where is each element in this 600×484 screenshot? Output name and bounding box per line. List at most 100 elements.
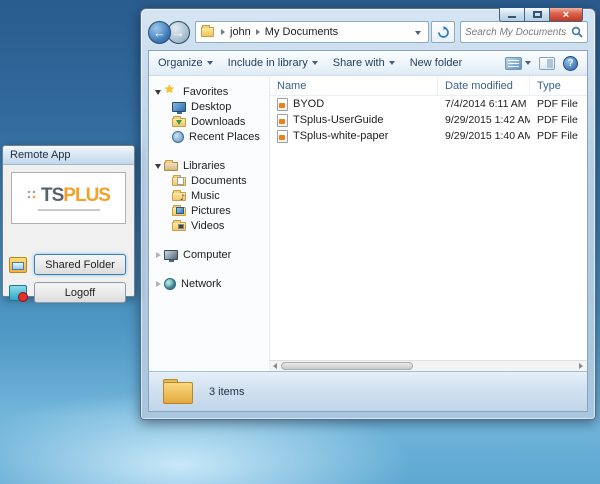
- file-date: 9/29/2015 1:40 AM: [438, 130, 530, 142]
- sidebar-item-pictures[interactable]: Pictures: [149, 203, 268, 218]
- file-type: PDF File: [530, 114, 587, 126]
- sidebar-item-label: Network: [181, 278, 221, 290]
- sidebar-item-documents[interactable]: Documents: [149, 173, 268, 188]
- sidebar-item-label: Pictures: [191, 205, 231, 217]
- sidebar-item-libraries[interactable]: Libraries: [149, 158, 268, 173]
- minimize-button[interactable]: [499, 8, 524, 22]
- include-in-library-label: Include in library: [228, 57, 308, 69]
- navigation-bar: ← → john My Documents Search My Docu: [148, 20, 588, 44]
- remote-app-titlebar[interactable]: Remote App: [3, 146, 134, 165]
- network-icon: [164, 278, 176, 290]
- column-header-date-modified[interactable]: Date modified: [438, 77, 530, 95]
- sidebar-item-recent-places[interactable]: Recent Places: [149, 129, 268, 144]
- column-header-type[interactable]: Type: [530, 77, 587, 95]
- items-count: 3 items: [209, 386, 244, 398]
- caption-buttons: ×: [499, 8, 583, 22]
- sidebar-item-label: Recent Places: [189, 131, 260, 143]
- chevron-down-icon: [525, 61, 531, 65]
- folder-icon: [201, 27, 214, 37]
- expander-icon[interactable]: [153, 87, 163, 97]
- tsplus-logo-mark-icon: [27, 190, 37, 200]
- details-pane: 3 items: [149, 371, 587, 411]
- horizontal-scrollbar[interactable]: [269, 360, 587, 371]
- sidebar-item-label: Documents: [191, 175, 247, 187]
- navigation-pane: Favorites Desktop Downloads Recent Place…: [149, 77, 268, 371]
- file-name-cell: TSplus-UserGuide: [270, 114, 438, 127]
- forward-arrow-icon: →: [172, 26, 185, 39]
- explorer-content-frame: Organize Include in library Share with N…: [148, 50, 588, 412]
- views-icon: [505, 57, 522, 70]
- address-dropdown-button[interactable]: [412, 26, 424, 38]
- sidebar-item-label: Favorites: [183, 86, 228, 98]
- shared-folder-row: Shared Folder: [9, 254, 126, 275]
- sidebar-item-downloads[interactable]: Downloads: [149, 114, 268, 129]
- include-in-library-menu[interactable]: Include in library: [228, 57, 318, 69]
- preview-pane-button[interactable]: [539, 57, 555, 70]
- command-bar: Organize Include in library Share with N…: [149, 51, 587, 76]
- help-button[interactable]: ?: [563, 56, 578, 71]
- chevron-down-icon: [312, 61, 318, 65]
- file-name: BYOD: [293, 98, 324, 110]
- back-arrow-icon: ←: [153, 26, 166, 39]
- search-placeholder: Search My Documents: [465, 27, 571, 38]
- documents-icon: [172, 177, 186, 186]
- search-box[interactable]: Search My Documents: [460, 21, 588, 43]
- file-list: Name Date modified Type BYOD 7/4/2014 6:…: [269, 77, 587, 371]
- downloads-icon: [172, 118, 186, 127]
- computer-icon: [164, 250, 178, 260]
- logoff-button[interactable]: Logoff: [34, 282, 126, 303]
- breadcrumb-separator-icon: [221, 29, 225, 35]
- scrollbar-thumb[interactable]: [281, 362, 413, 370]
- file-row[interactable]: TSplus-UserGuide 9/29/2015 1:42 AM PDF F…: [270, 112, 587, 128]
- change-view-button[interactable]: [505, 57, 531, 70]
- file-name: TSplus-white-paper: [293, 130, 388, 142]
- sidebar-item-videos[interactable]: Videos: [149, 218, 268, 233]
- file-row[interactable]: BYOD 7/4/2014 6:11 AM PDF File: [270, 96, 587, 112]
- address-bar[interactable]: john My Documents: [195, 21, 429, 43]
- favorites-star-icon: [164, 85, 178, 98]
- refresh-button[interactable]: [431, 21, 455, 43]
- sidebar-item-desktop[interactable]: Desktop: [149, 99, 268, 114]
- music-icon: [172, 192, 186, 201]
- file-date: 7/4/2014 6:11 AM: [438, 98, 530, 110]
- expander-icon[interactable]: [153, 161, 163, 171]
- share-with-menu[interactable]: Share with: [333, 57, 395, 69]
- share-with-label: Share with: [333, 57, 385, 69]
- chevron-down-icon: [389, 61, 395, 65]
- sidebar-item-label: Computer: [183, 249, 231, 261]
- sidebar-item-label: Libraries: [183, 160, 225, 172]
- scroll-right-button[interactable]: [575, 361, 587, 372]
- breadcrumb-user[interactable]: john: [227, 26, 254, 38]
- back-button[interactable]: ←: [148, 21, 171, 44]
- sidebar-item-label: Videos: [191, 220, 224, 232]
- file-name-cell: BYOD: [270, 98, 438, 111]
- expander-icon[interactable]: [153, 250, 163, 260]
- logo-tagline-decoration: [38, 209, 100, 211]
- expander-icon[interactable]: [153, 279, 163, 289]
- column-header-name[interactable]: Name: [270, 77, 438, 95]
- new-folder-label: New folder: [410, 57, 463, 69]
- scroll-left-button[interactable]: [269, 361, 281, 372]
- file-row[interactable]: TSplus-white-paper 9/29/2015 1:40 AM PDF…: [270, 128, 587, 144]
- sidebar-item-network[interactable]: Network: [149, 276, 268, 291]
- search-icon: [571, 26, 583, 38]
- file-name-cell: TSplus-white-paper: [270, 130, 438, 143]
- organize-menu[interactable]: Organize: [158, 57, 213, 69]
- file-name: TSplus-UserGuide: [293, 114, 383, 126]
- sidebar-item-favorites[interactable]: Favorites: [149, 84, 268, 99]
- logoff-icon: [9, 285, 27, 301]
- file-type: PDF File: [530, 98, 587, 110]
- file-type: PDF File: [530, 130, 587, 142]
- explorer-window: × ← → john My Documents: [140, 8, 596, 420]
- breadcrumb-folder[interactable]: My Documents: [262, 26, 341, 38]
- sidebar-item-music[interactable]: Music: [149, 188, 268, 203]
- sidebar-item-label: Downloads: [191, 116, 245, 128]
- maximize-button[interactable]: [524, 8, 549, 22]
- pdf-file-icon: [277, 130, 288, 143]
- file-date: 9/29/2015 1:42 AM: [438, 114, 530, 126]
- pictures-icon: [172, 207, 186, 216]
- shared-folder-button[interactable]: Shared Folder: [34, 254, 126, 275]
- sidebar-item-computer[interactable]: Computer: [149, 247, 268, 262]
- close-button[interactable]: ×: [549, 8, 583, 22]
- new-folder-button[interactable]: New folder: [410, 57, 463, 69]
